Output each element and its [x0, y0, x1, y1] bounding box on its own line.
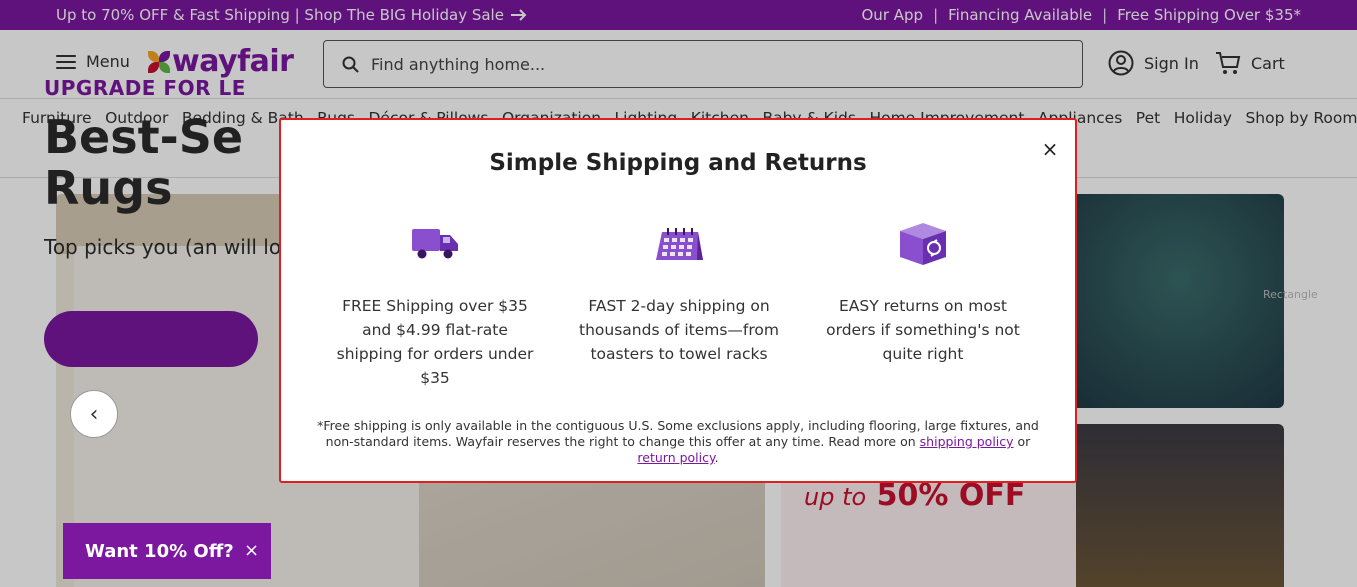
truck-icon — [412, 229, 458, 259]
calendar-icon — [656, 228, 703, 260]
offer-close-button[interactable]: × — [244, 540, 259, 561]
feature-fast-shipping-text: FAST 2-day shipping on thousands of item… — [579, 297, 779, 363]
discount-offer-button[interactable]: Want 10% Off? — [63, 523, 271, 579]
close-icon: × — [244, 540, 260, 561]
chevron-left-icon: ‹ — [89, 401, 99, 427]
feature-fast-shipping: FAST 2-day shipping on thousands of item… — [574, 218, 784, 366]
modal-close-button[interactable]: × — [1039, 137, 1061, 161]
feature-easy-returns: EASY returns on most orders if something… — [818, 218, 1028, 366]
shipping-returns-modal: Simple Shipping and Returns × FREE Shipp… — [279, 118, 1077, 483]
shipping-disclaimer: *Free shipping is only available in the … — [317, 418, 1039, 466]
or-text: or — [1017, 434, 1031, 449]
feature-free-shipping: FREE Shipping over $35 and $4.99 flat-ra… — [330, 218, 540, 390]
shipping-policy-link[interactable]: shipping policy — [920, 434, 1014, 449]
feature-free-shipping-text: FREE Shipping over $35 and $4.99 flat-ra… — [336, 297, 534, 387]
close-icon: × — [1041, 137, 1059, 161]
feature-easy-returns-text: EASY returns on most orders if something… — [826, 297, 1020, 363]
modal-title: Simple Shipping and Returns — [489, 150, 867, 176]
return-policy-link[interactable]: return policy — [637, 450, 714, 465]
offer-label: Want 10% Off? — [85, 540, 234, 562]
carousel-prev-button[interactable]: ‹ — [70, 390, 118, 438]
period-text: . — [714, 450, 719, 465]
box-return-icon — [900, 223, 946, 265]
